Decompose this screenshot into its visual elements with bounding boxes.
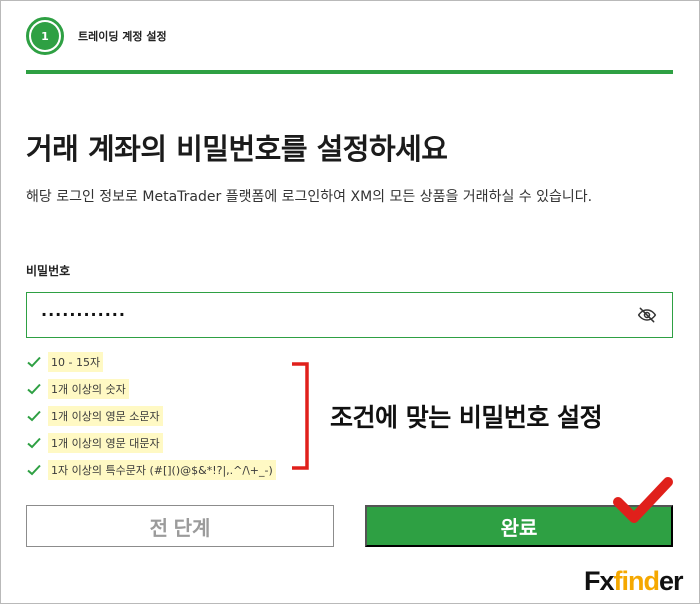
rule-text: 1자 이상의 특수문자 (#[]()@$&*!?|,.^/\+_-) <box>48 459 276 480</box>
password-value[interactable]: ············ <box>41 307 636 323</box>
check-icon <box>26 435 42 451</box>
password-label: 비밀번호 <box>26 264 71 278</box>
page-subtitle: 해당 로그인 정보로 MetaTrader 플랫폼에 로그인하여 XM의 모든 … <box>26 189 593 205</box>
rule-text: 1개 이상의 영문 대문자 <box>48 432 163 453</box>
rule-item: 1개 이상의 영문 소문자 <box>26 402 276 429</box>
page-title: 거래 계좌의 비밀번호를 설정하세요 <box>26 132 448 166</box>
back-button[interactable]: 전 단계 <box>26 505 334 547</box>
step-number: 1 <box>31 22 59 50</box>
fxfinder-logo: Fxfinder <box>584 566 684 596</box>
rule-item: 1개 이상의 영문 대문자 <box>26 429 276 456</box>
eye-slash-icon[interactable] <box>636 304 658 326</box>
check-icon <box>26 462 42 478</box>
check-icon <box>26 354 42 370</box>
check-icon <box>26 381 42 397</box>
annotation-text: 조건에 맞는 비밀번호 설정 <box>330 403 603 432</box>
rule-item: 10 - 15자 <box>26 348 276 375</box>
step-indicator: 1 <box>26 17 64 55</box>
step-title: 트레이딩 계정 설정 <box>78 30 167 43</box>
check-icon <box>26 408 42 424</box>
rule-item: 1개 이상의 숫자 <box>26 375 276 402</box>
rule-text: 1개 이상의 숫자 <box>48 378 129 399</box>
progress-bar <box>26 70 673 74</box>
rule-item: 1자 이상의 특수문자 (#[]()@$&*!?|,.^/\+_-) <box>26 456 276 483</box>
rule-text: 10 - 15자 <box>48 351 104 372</box>
annotation-bracket <box>292 362 309 470</box>
logo-part: find <box>613 566 660 596</box>
checkmark-annotation-icon <box>613 477 673 523</box>
rule-text: 1개 이상의 영문 소문자 <box>48 405 163 426</box>
step-header: 1 트레이딩 계정 설정 <box>26 16 167 56</box>
logo-part: er <box>659 566 684 596</box>
password-rules: 10 - 15자 1개 이상의 숫자 1개 이상의 영문 소문자 1개 이상의 … <box>26 348 276 483</box>
logo-part: Fx <box>584 566 614 596</box>
password-field[interactable]: ············ <box>26 292 673 338</box>
